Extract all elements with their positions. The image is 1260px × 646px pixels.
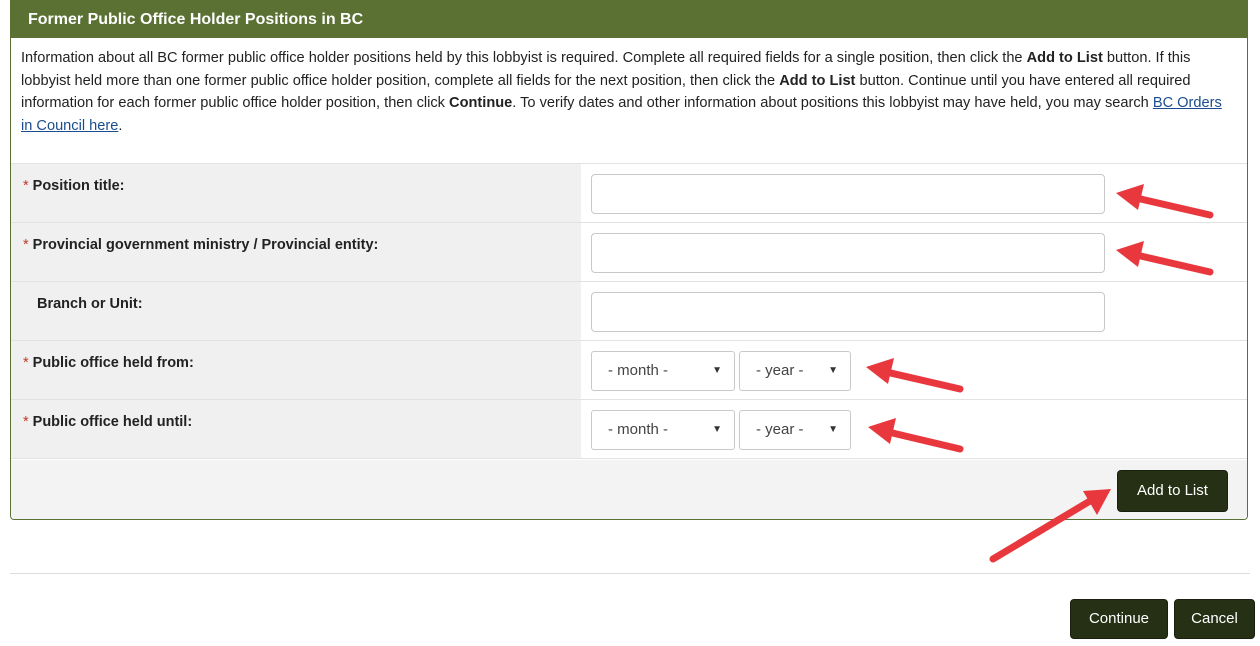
divider bbox=[10, 573, 1250, 574]
intro-part: Information about all BC former public o… bbox=[21, 50, 1027, 66]
add-to-list-button[interactable]: Add to List bbox=[1117, 470, 1228, 512]
row-position-title: * Position title: bbox=[11, 164, 1247, 223]
select-value: - month - bbox=[608, 421, 669, 438]
position-title-label: * Position title: bbox=[23, 178, 125, 194]
label-cell: * Provincial government ministry / Provin… bbox=[11, 223, 581, 281]
label-text: Position title: bbox=[32, 178, 125, 194]
intro-bold: Add to List bbox=[779, 72, 856, 89]
held-until-label: * Public office held until: bbox=[23, 414, 192, 430]
held-from-label: * Public office held from: bbox=[23, 355, 194, 371]
label-text: Provincial government ministry / Provinc… bbox=[32, 237, 379, 253]
chevron-down-icon: ▼ bbox=[712, 424, 722, 435]
select-value: - year - bbox=[756, 362, 804, 379]
held-until-month-select[interactable]: - month - ▼ bbox=[591, 410, 735, 450]
intro-text: Information about all BC former public o… bbox=[11, 38, 1247, 164]
continue-button[interactable]: Continue bbox=[1070, 599, 1168, 639]
intro-part: . To verify dates and other information … bbox=[512, 95, 1153, 111]
annotation-arrow-icon bbox=[866, 358, 964, 393]
intro-bold: Add to List bbox=[1026, 50, 1103, 66]
held-from-year-select[interactable]: - year - ▼ bbox=[739, 351, 851, 391]
former-positions-panel: Former Public Office Holder Positions in… bbox=[10, 0, 1248, 520]
ministry-label: * Provincial government ministry / Provin… bbox=[23, 237, 378, 253]
label-cell: Branch or Unit: bbox=[11, 282, 581, 340]
row-branch: Branch or Unit: bbox=[11, 282, 1247, 341]
select-value: - month - bbox=[608, 362, 669, 379]
chevron-down-icon: ▼ bbox=[828, 365, 838, 376]
annotation-arrow-icon bbox=[989, 489, 1111, 563]
annotation-arrow-icon bbox=[868, 418, 964, 453]
label-cell: * Public office held until: bbox=[11, 400, 581, 458]
held-until-year-select[interactable]: - year - ▼ bbox=[739, 410, 851, 450]
chevron-down-icon: ▼ bbox=[712, 365, 722, 376]
chevron-down-icon: ▼ bbox=[828, 424, 838, 435]
held-from-month-select[interactable]: - month - ▼ bbox=[591, 351, 735, 391]
position-title-input[interactable] bbox=[591, 174, 1105, 214]
required-marker: * bbox=[23, 237, 29, 253]
ministry-input[interactable] bbox=[591, 233, 1105, 273]
label-text: Public office held until: bbox=[32, 414, 193, 430]
required-marker: * bbox=[23, 178, 29, 194]
intro-part: . bbox=[118, 117, 123, 134]
select-value: - year - bbox=[756, 421, 804, 438]
required-marker: * bbox=[23, 414, 29, 430]
label-text: Public office held from: bbox=[32, 355, 194, 371]
panel-title: Former Public Office Holder Positions in… bbox=[11, 1, 1247, 38]
annotation-arrow-icon bbox=[1116, 241, 1214, 276]
label-cell: * Position title: bbox=[11, 164, 581, 222]
row-ministry: * Provincial government ministry / Provin… bbox=[11, 223, 1247, 282]
required-marker: * bbox=[23, 355, 29, 371]
row-held-until: * Public office held until: - month - ▼ -… bbox=[11, 400, 1247, 459]
row-held-from: * Public office held from: - month - ▼ - … bbox=[11, 341, 1247, 400]
cancel-button[interactable]: Cancel bbox=[1174, 599, 1255, 639]
label-cell: * Public office held from: bbox=[11, 341, 581, 399]
branch-input[interactable] bbox=[591, 292, 1105, 332]
annotation-arrow-icon bbox=[1116, 184, 1214, 219]
branch-label: Branch or Unit: bbox=[37, 296, 143, 312]
intro-bold: Continue bbox=[449, 95, 513, 111]
